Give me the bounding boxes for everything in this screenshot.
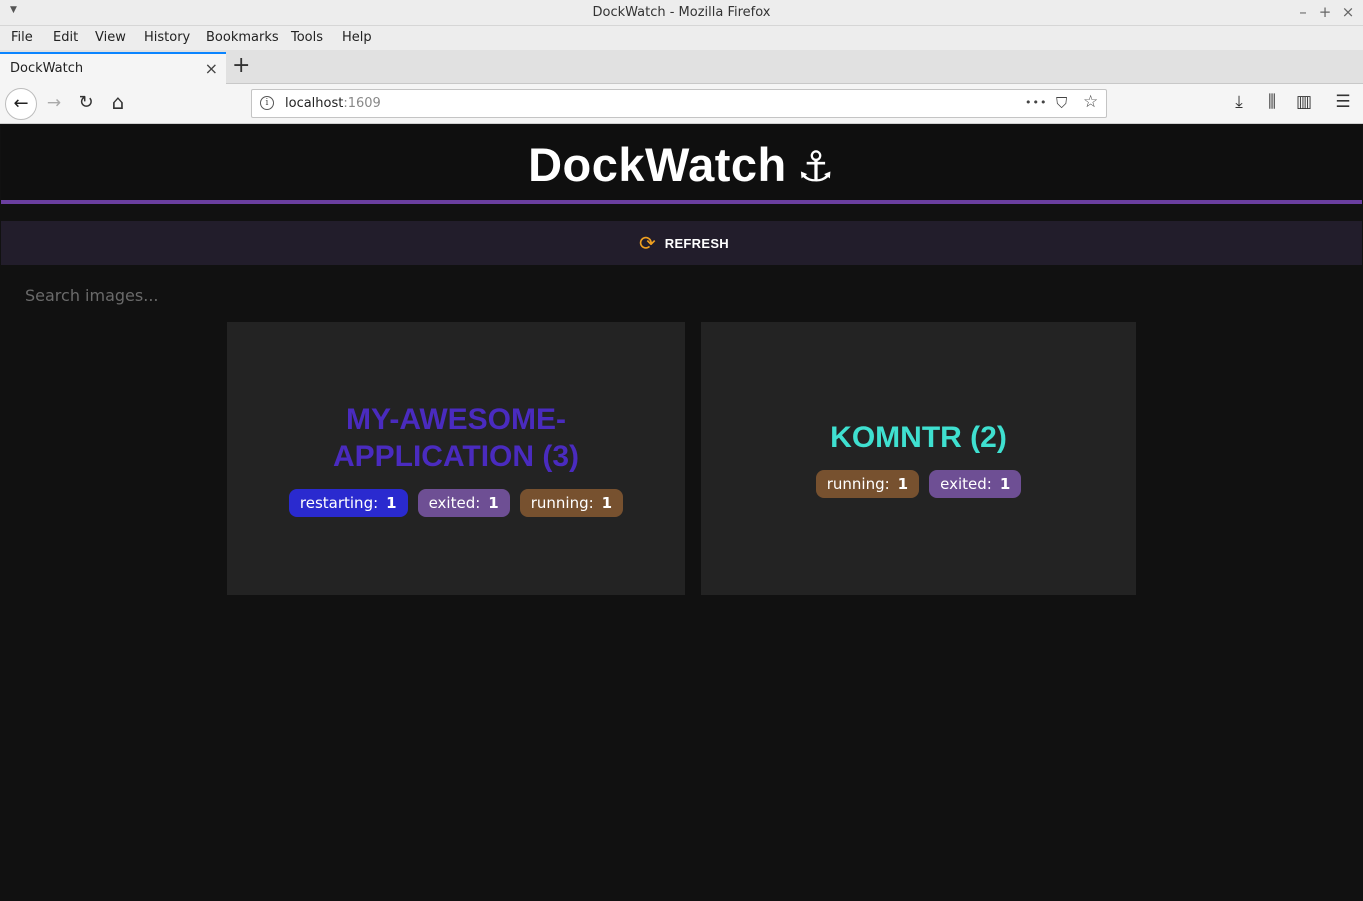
status-count: 1 <box>897 475 909 493</box>
tab-label: DockWatch <box>10 61 84 76</box>
status-badge-restarting: restarting: 1 <box>288 488 408 517</box>
search-input[interactable] <box>25 280 625 310</box>
menu-bookmarks[interactable]: Bookmarks <box>206 30 279 45</box>
status-badges: restarting: 1 exited: 1 running: 1 <box>288 488 624 517</box>
menu-help[interactable]: Help <box>342 30 372 45</box>
back-arrow-icon: ← <box>13 93 29 114</box>
image-card[interactable]: KOMNTR (2) running: 1 exited: 1 <box>701 322 1136 595</box>
reload-icon[interactable]: ↻ <box>76 92 96 113</box>
refresh-label: REFRESH <box>664 235 729 251</box>
new-tab-icon[interactable]: + <box>232 55 250 77</box>
url-host: localhost <box>285 96 344 111</box>
status-label: exited: <box>428 493 481 512</box>
status-count: 1 <box>386 493 397 512</box>
url-text[interactable]: localhost:1609 <box>285 96 381 111</box>
menu-file[interactable]: File <box>11 30 33 45</box>
tab-dockwatch[interactable]: DockWatch × <box>0 52 226 84</box>
app-header: DockWatch ⚓ <box>1 125 1362 200</box>
status-badge-running: running: 1 <box>519 488 624 517</box>
downloads-icon[interactable]: ⤓ <box>1229 92 1249 112</box>
status-badge-exited: exited: 1 <box>929 470 1022 498</box>
app-title: DockWatch ⚓ <box>1 137 1362 192</box>
status-label: running: <box>826 475 890 493</box>
status-badge-running: running: 1 <box>815 470 920 498</box>
site-info-icon[interactable]: i <box>260 96 274 110</box>
menu-view[interactable]: View <box>95 30 126 45</box>
image-card-title: MY-AWESOME-APPLICATION (3) <box>332 402 580 473</box>
menu-tools[interactable]: Tools <box>291 30 323 45</box>
close-window-icon[interactable]: × <box>1339 3 1357 21</box>
status-label: running: <box>530 493 594 512</box>
forward-arrow-icon[interactable]: → <box>44 93 64 113</box>
refresh-icon: ⟳ <box>639 231 656 255</box>
status-badges: running: 1 exited: 1 <box>815 470 1022 498</box>
sidebar-icon[interactable]: ▥ <box>1294 92 1314 112</box>
header-divider <box>1 200 1362 204</box>
status-label: exited: <box>940 475 992 493</box>
image-card-title: KOMNTR (2) <box>830 421 1007 454</box>
toolbar: ⟳ REFRESH <box>1 221 1362 265</box>
anchor-icon: ⚓ <box>796 142 835 191</box>
window-titlebar: ▼ DockWatch - Mozilla Firefox – + × <box>0 0 1363 26</box>
status-badge-exited: exited: 1 <box>417 488 510 517</box>
library-icon[interactable]: ⫼ <box>1262 92 1282 112</box>
status-label: restarting: <box>299 493 379 512</box>
bookmark-star-icon[interactable]: ☆ <box>1083 92 1098 112</box>
app-title-text: DockWatch <box>528 138 787 191</box>
navigation-bar: ← → ↻ ⌂ i localhost:1609 ••• ⛉ ☆ ⤓ ⫼ ▥ ☰ <box>0 84 1363 124</box>
url-port: :1609 <box>343 96 381 111</box>
status-count: 1 <box>999 475 1011 493</box>
page-actions-icon[interactable]: ••• <box>1025 96 1047 109</box>
page-content: DockWatch⚓ ⟳ REFRESH MY-AWESOME-APPLICAT… <box>1 125 1362 900</box>
status-count: 1 <box>601 493 613 512</box>
home-icon[interactable]: ⌂ <box>108 90 128 114</box>
hamburger-menu-icon[interactable]: ☰ <box>1333 92 1353 112</box>
maximize-icon[interactable]: + <box>1316 3 1334 21</box>
tab-strip: DockWatch × + <box>0 50 1363 84</box>
menu-history[interactable]: History <box>144 30 190 45</box>
minimize-icon[interactable]: – <box>1294 3 1312 21</box>
pocket-icon[interactable]: ⛉ <box>1056 94 1067 112</box>
refresh-button[interactable]: ⟳ REFRESH <box>639 231 729 255</box>
status-count: 1 <box>488 493 499 512</box>
back-button[interactable]: ← <box>5 88 37 120</box>
tab-close-icon[interactable]: × <box>205 59 218 78</box>
url-bar[interactable]: i localhost:1609 ••• ⛉ ☆ <box>251 89 1107 118</box>
window-title: DockWatch - Mozilla Firefox <box>592 5 771 20</box>
menu-bar: File Edit View History Bookmarks Tools H… <box>0 26 1363 50</box>
image-card[interactable]: MY-AWESOME-APPLICATION (3) restarting: 1 … <box>227 322 685 595</box>
menu-edit[interactable]: Edit <box>53 30 78 45</box>
